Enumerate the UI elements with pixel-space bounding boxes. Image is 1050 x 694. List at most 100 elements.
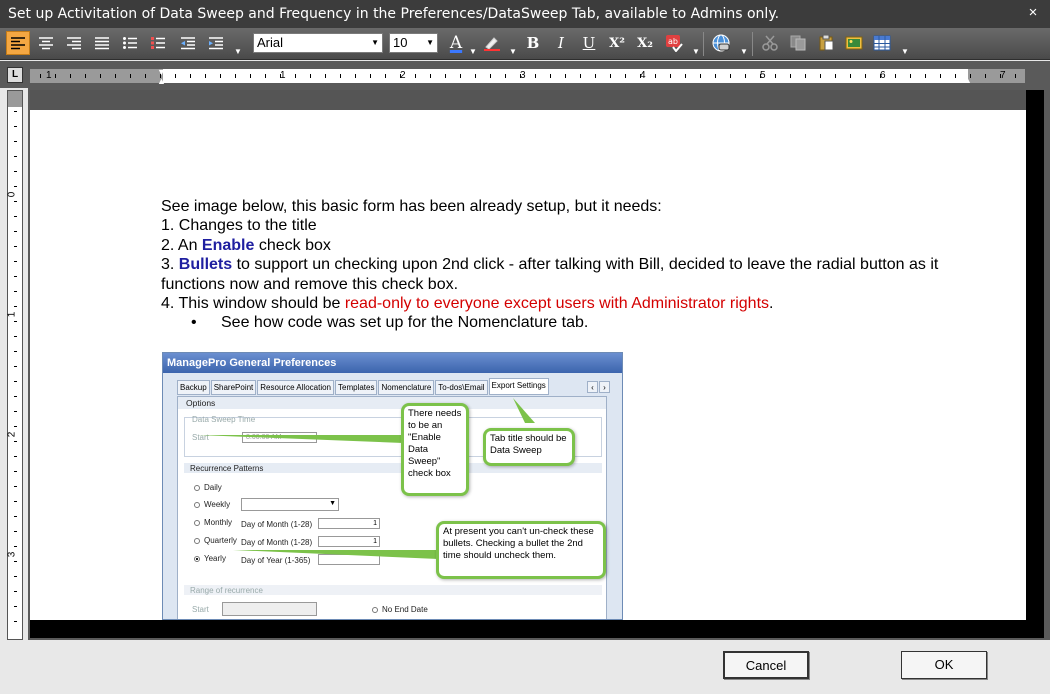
ruler-tick bbox=[14, 321, 17, 322]
ruler-number: 1 bbox=[46, 70, 52, 81]
ruler-tick bbox=[100, 74, 101, 78]
justify-icon[interactable] bbox=[90, 31, 114, 55]
document-page[interactable]: See image below, this basic form has bee… bbox=[30, 110, 1026, 620]
ruler-tick bbox=[430, 74, 431, 78]
hyperlink-icon[interactable] bbox=[709, 31, 733, 55]
align-right-icon[interactable] bbox=[62, 31, 86, 55]
ruler-tick bbox=[14, 186, 17, 187]
ruler-tick bbox=[14, 306, 17, 307]
ruler-tick bbox=[14, 531, 17, 532]
item-3-pre: 3. bbox=[161, 256, 179, 274]
italic-button[interactable]: I bbox=[549, 31, 573, 55]
spellcheck-dropdown-icon[interactable]: ▼ bbox=[692, 38, 700, 56]
ruler-row: L 1 1 2 3 4 5 6 7 ▼ ▲ ▲ bbox=[0, 61, 1050, 88]
decrease-indent-icon[interactable] bbox=[176, 31, 200, 55]
toolbar-separator bbox=[752, 32, 753, 56]
numbered-list-icon[interactable] bbox=[146, 31, 170, 55]
ruler-tick bbox=[14, 456, 17, 457]
horizontal-ruler[interactable]: 1 1 2 3 4 5 6 7 ▼ ▲ ▲ bbox=[30, 67, 1025, 86]
highlight-dropdown-icon[interactable]: ▼ bbox=[509, 38, 517, 56]
ruler-tick bbox=[445, 74, 446, 78]
ruler-tick bbox=[400, 74, 401, 78]
ruler-tick bbox=[820, 74, 821, 78]
ruler-margin-top bbox=[8, 91, 22, 107]
callout-pointers bbox=[198, 398, 535, 559]
ruler-tick bbox=[895, 74, 896, 78]
ruler-tick bbox=[70, 74, 71, 78]
align-left-icon[interactable] bbox=[6, 31, 30, 55]
ruler-tick bbox=[14, 486, 17, 487]
highlight-icon[interactable] bbox=[480, 31, 504, 55]
ruler-tick bbox=[14, 231, 17, 232]
document-text[interactable]: See image below, this basic form has bee… bbox=[161, 197, 981, 333]
tab-stop-selector[interactable]: L bbox=[7, 67, 23, 83]
horizontal-scrollbar[interactable] bbox=[30, 620, 1044, 638]
cancel-button[interactable]: Cancel bbox=[723, 651, 809, 679]
ruler-number: 1 bbox=[6, 311, 18, 318]
ruler-tick bbox=[235, 74, 236, 78]
align-center-icon[interactable] bbox=[34, 31, 58, 55]
ruler-tick bbox=[1000, 74, 1001, 78]
insert-dropdown-icon[interactable]: ▼ bbox=[901, 38, 909, 56]
ruler-tick bbox=[145, 74, 146, 78]
toolbar-overflow-icon[interactable]: ▼ bbox=[234, 38, 242, 56]
ruler-tick bbox=[14, 591, 17, 592]
hanging-indent-icon[interactable]: ▲ bbox=[157, 76, 166, 86]
item-4-post: . bbox=[769, 295, 774, 313]
font-color-icon[interactable]: A bbox=[444, 31, 468, 55]
bold-button[interactable]: B bbox=[521, 31, 545, 55]
ruler-tick bbox=[160, 74, 161, 78]
underline-button[interactable]: U bbox=[577, 31, 601, 55]
ruler-tick bbox=[14, 246, 17, 247]
ruler-number: 3 bbox=[6, 551, 18, 558]
ok-button[interactable]: OK bbox=[901, 651, 987, 679]
font-name-select[interactable]: Arial ▼ bbox=[253, 33, 383, 53]
vertical-scrollbar[interactable] bbox=[1026, 90, 1044, 620]
ruler-tick bbox=[565, 74, 566, 78]
ruler-tick bbox=[505, 74, 506, 78]
subscript-button[interactable]: X₂ bbox=[633, 31, 657, 55]
ruler-tick bbox=[415, 74, 416, 78]
ruler-tick bbox=[14, 426, 17, 427]
ruler-tick bbox=[385, 74, 386, 78]
close-icon[interactable]: × bbox=[1024, 4, 1042, 22]
ruler-tick bbox=[130, 74, 131, 78]
ruler-tick bbox=[370, 74, 371, 78]
ruler-tick bbox=[835, 74, 836, 78]
ruler-tick bbox=[475, 74, 476, 78]
ruler-tick bbox=[265, 74, 266, 78]
bullet-text: See how code was set up for the Nomencla… bbox=[221, 314, 589, 332]
bullet-list-icon[interactable] bbox=[118, 31, 142, 55]
ruler-tick bbox=[14, 621, 17, 622]
copy-icon[interactable] bbox=[786, 31, 810, 55]
ruler-tick bbox=[14, 516, 17, 517]
ruler-tick bbox=[14, 126, 17, 127]
bullet-mark: • bbox=[191, 314, 197, 332]
insert-table-icon[interactable] bbox=[870, 31, 894, 55]
spellcheck-icon[interactable]: ab bbox=[662, 31, 686, 55]
font-size-select[interactable]: 10 ▼ bbox=[389, 33, 438, 53]
ruler-tick bbox=[190, 74, 191, 78]
bullet-item: • See how code was set up for the Nomencl… bbox=[161, 313, 981, 332]
ruler-tick bbox=[175, 74, 176, 78]
ruler-tick bbox=[640, 74, 641, 78]
vertical-ruler[interactable]: 0 1 2 3 bbox=[6, 90, 23, 640]
paste-icon[interactable] bbox=[814, 31, 838, 55]
insert-image-icon[interactable] bbox=[842, 31, 866, 55]
page-top-band bbox=[30, 90, 1026, 110]
cut-icon[interactable] bbox=[758, 31, 782, 55]
embedded-screenshot[interactable]: ManagePro General Preferences Backup Sha… bbox=[162, 352, 623, 620]
ruler-tick bbox=[760, 74, 761, 78]
dialog-footer: Cancel OK bbox=[0, 640, 1050, 694]
hyperlink-dropdown-icon[interactable]: ▼ bbox=[740, 38, 748, 56]
ruler-tick bbox=[14, 546, 17, 547]
font-color-dropdown-icon[interactable]: ▼ bbox=[469, 38, 477, 56]
ruler-tick bbox=[775, 74, 776, 78]
increase-indent-icon[interactable] bbox=[204, 31, 228, 55]
ruler-tick bbox=[340, 74, 341, 78]
window-titlebar: Set up Activitation of Data Sweep and Fr… bbox=[0, 0, 1050, 28]
ruler-tick bbox=[14, 141, 17, 142]
ruler-tick bbox=[40, 74, 41, 78]
superscript-button[interactable]: X² bbox=[605, 31, 629, 55]
ruler-tick bbox=[595, 74, 596, 78]
